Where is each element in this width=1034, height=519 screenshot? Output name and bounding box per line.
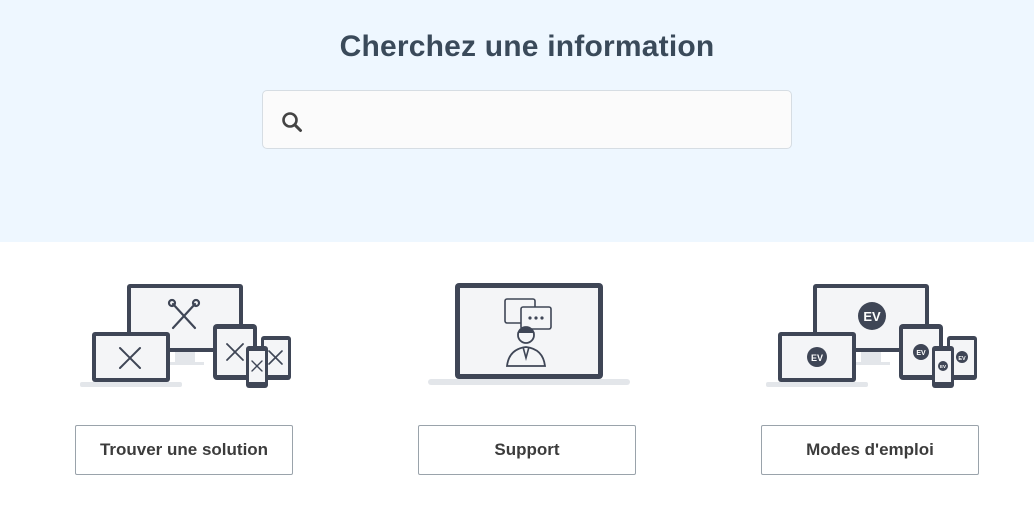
- svg-text:EV: EV: [916, 350, 926, 357]
- svg-text:EV: EV: [940, 364, 946, 369]
- card-solution: Trouver une solution: [70, 270, 300, 485]
- find-solution-button[interactable]: Trouver une solution: [75, 425, 293, 475]
- support-button[interactable]: Support: [418, 425, 636, 475]
- svg-text:EV: EV: [958, 356, 966, 362]
- search-box[interactable]: [262, 90, 792, 149]
- card-guides: EV EV EV EV EV Modes d'emploi: [756, 270, 986, 485]
- svg-text:EV: EV: [811, 353, 823, 363]
- search-hero: Cherchez une information: [0, 0, 1034, 242]
- card-support: Support: [413, 270, 643, 485]
- search-icon: [282, 112, 302, 132]
- page-title: Cherchez une information: [339, 30, 715, 63]
- devices-expressvpn-icon: EV EV EV EV EV: [766, 284, 977, 388]
- devices-tools-icon: [80, 284, 291, 388]
- laptop-support-agent-icon: [428, 283, 630, 385]
- search-input[interactable]: [317, 99, 781, 143]
- user-guides-button[interactable]: Modes d'emploi: [761, 425, 979, 475]
- svg-text:EV: EV: [863, 309, 881, 324]
